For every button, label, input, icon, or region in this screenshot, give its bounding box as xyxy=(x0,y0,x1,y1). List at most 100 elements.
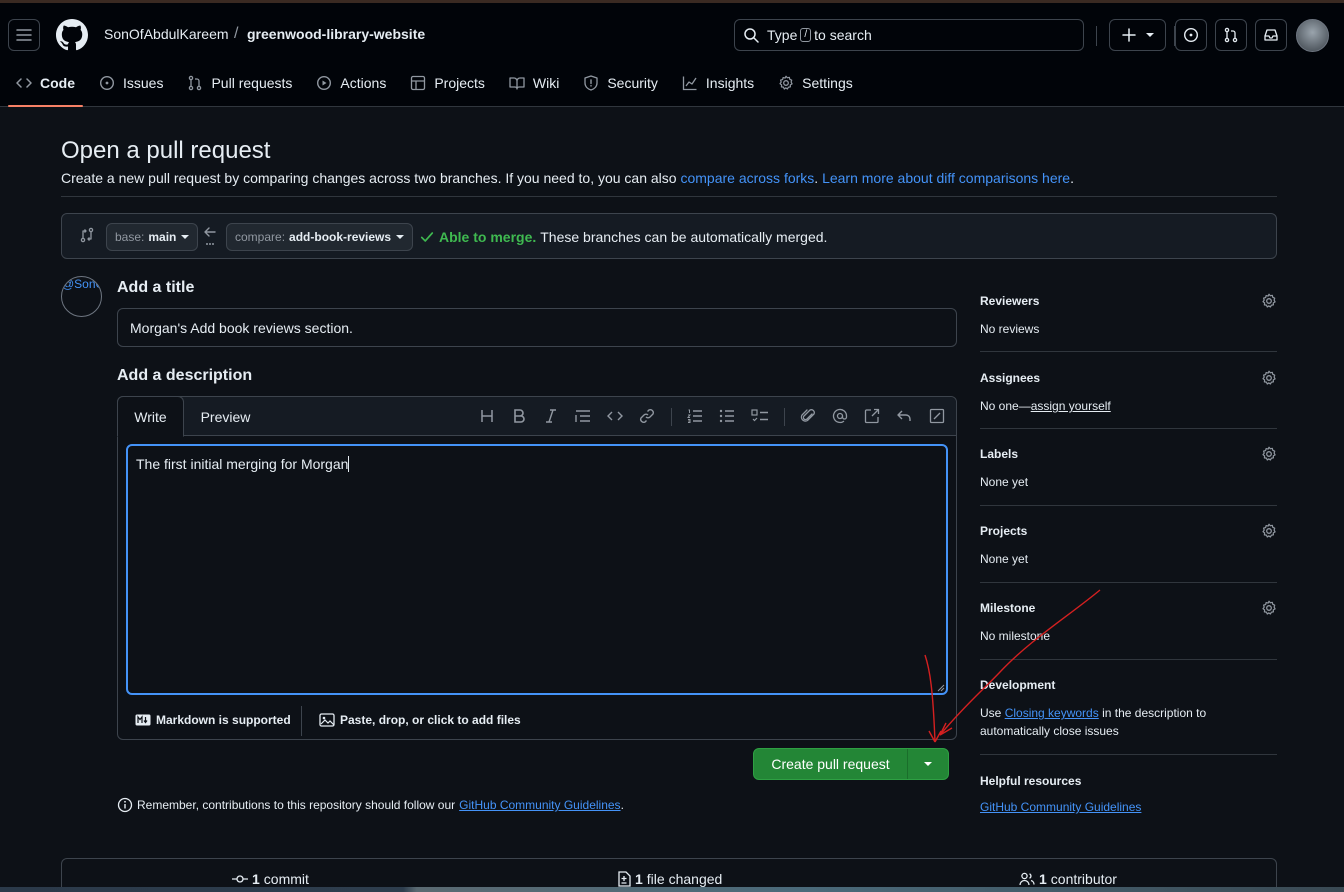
projects-title[interactable]: Projects xyxy=(980,524,1277,538)
tab-projects[interactable]: Projects xyxy=(402,65,493,101)
contribution-reminder: Remember, contributions to this reposito… xyxy=(117,797,624,813)
toolbar-divider xyxy=(671,408,672,426)
helpful-title: Helpful resources xyxy=(980,774,1082,788)
contributors-stat[interactable]: 1 contributor xyxy=(1019,871,1117,887)
repo-name-link[interactable]: greenwood-library-website xyxy=(247,26,425,42)
assign-yourself-link[interactable]: assign yourself xyxy=(1031,399,1111,413)
unordered-list-icon[interactable] xyxy=(717,406,737,426)
tab-security[interactable]: Security xyxy=(575,65,666,101)
reviewers-title[interactable]: Reviewers xyxy=(980,294,1277,308)
tab-pull-requests[interactable]: Pull requests xyxy=(179,65,300,101)
title-input[interactable] xyxy=(117,308,957,347)
description-label: Add a description xyxy=(117,367,253,384)
gear-icon[interactable] xyxy=(1261,446,1277,462)
tab-label: Insights xyxy=(705,75,755,91)
gear-icon[interactable] xyxy=(1261,370,1277,386)
milestone-value: No milestone xyxy=(980,629,1051,643)
description-textarea[interactable]: The first initial merging for Morgan xyxy=(126,444,948,695)
create-options-dropdown[interactable] xyxy=(908,749,948,779)
pull-requests-button[interactable] xyxy=(1215,19,1247,51)
divider xyxy=(61,196,1277,197)
tab-label: Pull requests xyxy=(211,75,293,91)
hamburger-icon xyxy=(16,27,32,43)
markdown-icon xyxy=(135,714,156,726)
quote-icon[interactable] xyxy=(573,406,593,426)
bold-icon[interactable] xyxy=(509,406,529,426)
tab-actions[interactable]: Actions xyxy=(308,65,394,101)
paperclip-icon[interactable] xyxy=(798,406,818,426)
tab-issues[interactable]: Issues xyxy=(91,65,171,101)
editor-header: Write Preview xyxy=(117,396,956,437)
fullscreen-edit-icon[interactable] xyxy=(927,406,947,426)
labels-title[interactable]: Labels xyxy=(980,447,1277,461)
tab-label: Wiki xyxy=(532,75,560,91)
table-icon xyxy=(410,75,434,91)
arrow-left-icon xyxy=(203,226,217,248)
sidebar-divider xyxy=(980,582,1277,583)
subtitle-text: Create a new pull request by comparing c… xyxy=(61,170,677,186)
github-logo-icon[interactable] xyxy=(56,19,88,51)
repo-owner-link[interactable]: SonOfAbdulKareem xyxy=(104,26,229,42)
labels-value: None yet xyxy=(980,475,1029,489)
able-to-merge: Able to merge. xyxy=(439,229,537,245)
sidebar-milestone: Milestone No milestone xyxy=(980,600,1277,645)
learn-more-link[interactable]: Learn more about diff comparisons here xyxy=(822,170,1070,186)
search-icon xyxy=(743,27,759,43)
italic-icon[interactable] xyxy=(541,406,561,426)
reminder-text: Remember, contributions to this reposito… xyxy=(137,798,456,812)
helpful-guidelines-link[interactable]: GitHub Community Guidelines xyxy=(980,800,1141,814)
file-diff-icon xyxy=(617,871,631,887)
gear-icon[interactable] xyxy=(1261,523,1277,539)
gear-icon[interactable] xyxy=(1261,600,1277,616)
assignees-title[interactable]: Assignees xyxy=(980,371,1277,385)
title-label: Add a title xyxy=(117,279,195,296)
author-avatar[interactable]: @SonOfAb xyxy=(61,276,102,317)
compare-forks-link[interactable]: compare across forks xyxy=(680,170,814,186)
milestone-title[interactable]: Milestone xyxy=(980,601,1277,615)
subtitle-period: . xyxy=(1070,170,1074,186)
search-prefix: Type xyxy=(767,27,798,43)
attach-files-button[interactable]: Paste, drop, or click to add files xyxy=(319,713,521,727)
link-icon[interactable] xyxy=(637,406,657,426)
tab-label: Issues xyxy=(123,75,164,91)
base-key: base: xyxy=(115,230,145,244)
book-icon xyxy=(509,75,533,91)
create-pull-request-label[interactable]: Create pull request xyxy=(754,749,908,779)
markdown-supported-link[interactable]: Markdown is supported xyxy=(135,713,291,727)
code-icon[interactable] xyxy=(605,406,625,426)
inbox-button[interactable] xyxy=(1255,19,1287,51)
community-guidelines-link[interactable]: GitHub Community Guidelines xyxy=(459,798,620,812)
heading-icon[interactable] xyxy=(477,406,497,426)
search-input[interactable]: Type / to search xyxy=(734,19,1084,51)
create-new-button[interactable] xyxy=(1109,19,1166,51)
tab-wiki[interactable]: Wiki xyxy=(501,65,567,101)
tab-label: Actions xyxy=(340,75,387,91)
tab-preview[interactable]: Preview xyxy=(188,397,263,436)
commits-stat[interactable]: 1 commit xyxy=(232,871,309,887)
files-stat[interactable]: 1 file changed xyxy=(617,871,722,887)
cross-reference-icon[interactable] xyxy=(862,406,882,426)
reviewers-value: No reviews xyxy=(980,322,1040,336)
tab-code[interactable]: Code xyxy=(8,65,83,107)
subtitle-dot: . xyxy=(814,170,819,186)
sidebar-divider xyxy=(980,428,1277,429)
reply-icon[interactable] xyxy=(894,406,914,426)
base-branch-select[interactable]: base: main xyxy=(106,223,199,251)
closing-keywords-link[interactable]: Closing keywords xyxy=(1005,706,1099,720)
ordered-list-icon[interactable] xyxy=(685,406,705,426)
issues-button[interactable] xyxy=(1175,19,1207,51)
sidebar-development: Development Use Closing keywords in the … xyxy=(980,678,1277,740)
merge-status: Able to merge. These branches can be aut… xyxy=(420,229,827,245)
assignees-none: No one— xyxy=(980,399,1031,413)
mention-icon[interactable] xyxy=(830,406,850,426)
tab-write[interactable]: Write xyxy=(117,396,184,437)
user-avatar[interactable] xyxy=(1296,19,1329,52)
create-pull-request-button[interactable]: Create pull request xyxy=(753,748,949,780)
compare-branch-select[interactable]: compare: add-book-reviews xyxy=(226,223,414,251)
resize-handle-icon[interactable] xyxy=(937,684,945,692)
task-list-icon[interactable] xyxy=(750,406,770,426)
menu-button[interactable] xyxy=(8,19,40,51)
gear-icon[interactable] xyxy=(1261,293,1277,309)
tab-settings[interactable]: Settings xyxy=(770,65,861,101)
tab-insights[interactable]: Insights xyxy=(674,65,762,101)
